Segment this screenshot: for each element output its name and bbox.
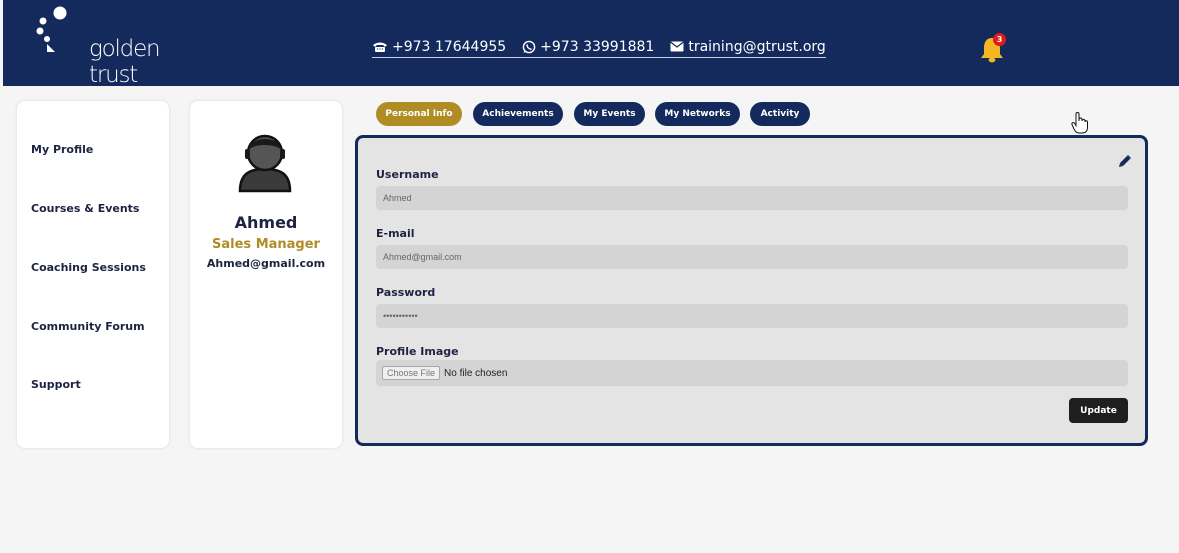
sidebar-item-courses-events[interactable]: Courses & Events xyxy=(31,202,139,215)
tab-achievements[interactable]: Achievements xyxy=(473,102,563,126)
phone-number: +973 17644955 xyxy=(392,38,507,55)
sidebar-item-my-profile[interactable]: My Profile xyxy=(31,143,93,156)
tab-my-networks[interactable]: My Networks xyxy=(655,102,740,126)
whatsapp-icon xyxy=(522,40,536,53)
whatsapp-number: +973 33991881 xyxy=(540,38,655,55)
contact-email[interactable]: training@gtrust.org xyxy=(670,38,826,55)
telephone-icon xyxy=(373,42,387,52)
logo-text: golden trust xyxy=(89,36,161,88)
envelope-icon xyxy=(670,41,685,52)
user-avatar-icon xyxy=(238,134,292,193)
contact-phone[interactable]: +973 17644955 xyxy=(372,39,506,55)
sidebar-item-community-forum[interactable]: Community Forum xyxy=(31,320,145,333)
sidebar-nav: My Profile Courses & Events Coaching Ses… xyxy=(17,101,169,448)
pencil-edit-icon[interactable] xyxy=(1118,154,1132,168)
top-header: golden trust +973 17644955 +973 33991881 xyxy=(3,0,1179,88)
profile-role: Sales Manager xyxy=(212,237,320,252)
profile-image-label: Profile Image xyxy=(376,345,459,358)
update-button[interactable]: Update xyxy=(1069,398,1128,423)
email-label: E-mail xyxy=(376,227,415,240)
username-label: Username xyxy=(376,168,439,181)
username-input[interactable] xyxy=(376,186,1128,210)
notification-count-badge: 3 xyxy=(993,33,1006,46)
personal-info-panel: Username E-mail Password Profile Image C… xyxy=(355,135,1148,446)
logo-dots-icon xyxy=(36,6,67,52)
golden-trust-logo[interactable]: golden trust xyxy=(33,6,193,88)
password-input[interactable] xyxy=(376,304,1128,328)
tab-activity[interactable]: Activity xyxy=(750,102,810,126)
email-input[interactable] xyxy=(376,245,1128,269)
profile-image-file-input: Choose File No file chosen xyxy=(376,360,1128,386)
profile-email: Ahmed@gmail.com xyxy=(206,257,326,270)
sidebar-item-coaching-sessions[interactable]: Coaching Sessions xyxy=(31,261,146,274)
profile-name: Ahmed xyxy=(234,213,298,232)
notification-bell[interactable]: 3 xyxy=(980,33,1010,65)
file-status-text: No file chosen xyxy=(444,367,508,379)
tab-my-events[interactable]: My Events xyxy=(574,102,645,126)
email-address: training@gtrust.org xyxy=(688,38,826,55)
profile-card: Ahmed Sales Manager Ahmed@gmail.com xyxy=(190,101,342,448)
contact-whatsapp[interactable]: +973 33991881 xyxy=(522,39,654,55)
contact-bar: +973 17644955 +973 33991881 training@gtr… xyxy=(372,38,826,58)
password-label: Password xyxy=(376,286,436,299)
sidebar-item-support[interactable]: Support xyxy=(31,378,81,391)
tab-personal-info[interactable]: Personal Info xyxy=(376,102,462,126)
choose-file-button[interactable]: Choose File xyxy=(382,366,441,380)
hand-pointer-cursor-icon xyxy=(1071,112,1088,134)
